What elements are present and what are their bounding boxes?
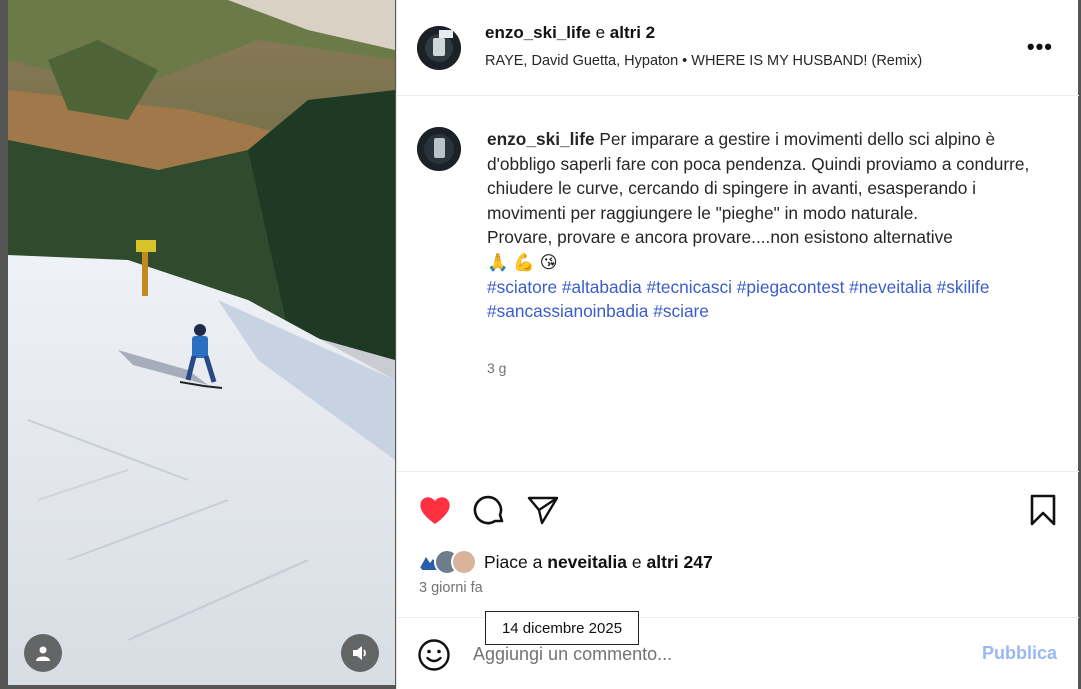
more-options-button[interactable]: ••• xyxy=(1027,34,1053,60)
share-icon xyxy=(527,496,559,525)
ski-slope-video-frame xyxy=(8,0,395,685)
comment-icon xyxy=(473,495,504,525)
post-detail-panel: enzo_ski_life e altri 2 RAYE, David Guet… xyxy=(396,0,1079,689)
like-button[interactable] xyxy=(417,492,453,528)
app-window: enzo_ski_life e altri 2 RAYE, David Guet… xyxy=(0,0,1081,689)
date-tooltip: 14 dicembre 2025 xyxy=(485,611,639,645)
volume-icon xyxy=(353,646,366,660)
publish-button[interactable]: Pubblica xyxy=(982,643,1057,664)
heart-icon xyxy=(420,497,450,524)
bookmark-icon xyxy=(1030,494,1056,526)
comment-button[interactable] xyxy=(471,492,507,528)
coauthors-link[interactable]: altri 2 xyxy=(610,23,655,42)
save-button[interactable] xyxy=(1025,492,1061,528)
audio-toggle-button[interactable] xyxy=(341,634,379,672)
caption-section: enzo_ski_life Per imparare a gestire i m… xyxy=(397,96,1079,471)
emoji-button[interactable] xyxy=(417,638,451,677)
liked-by-user[interactable]: neveitalia xyxy=(547,552,627,572)
avatar xyxy=(451,549,477,575)
avatar[interactable] xyxy=(417,127,461,171)
post-date[interactable]: 3 giorni fa xyxy=(419,580,483,596)
avatar[interactable] xyxy=(417,26,461,70)
liked-by[interactable]: Piace a neveitalia e altri 247 xyxy=(417,547,713,577)
caption-username[interactable]: enzo_ski_life xyxy=(487,129,595,149)
user-tag-icon xyxy=(36,646,50,661)
caption-emojis: 🙏 💪 😘 xyxy=(487,251,558,272)
post-video[interactable] xyxy=(8,0,395,685)
smiley-icon xyxy=(418,639,450,671)
hashtags[interactable]: #sciatore #altabadia #tecnicasci #piegac… xyxy=(487,277,989,322)
action-bar: Piace a neveitalia e altri 247 3 giorni … xyxy=(397,471,1079,645)
author-username[interactable]: enzo_ski_life xyxy=(485,23,591,42)
share-button[interactable] xyxy=(525,492,561,528)
post-authors[interactable]: enzo_ski_life e altri 2 xyxy=(485,23,655,43)
tag-people-button[interactable] xyxy=(24,634,62,672)
post-header: enzo_ski_life e altri 2 RAYE, David Guet… xyxy=(397,0,1079,96)
caption-timestamp[interactable]: 3 g xyxy=(487,360,506,376)
likes-count[interactable]: altri 247 xyxy=(647,552,713,572)
caption-text: enzo_ski_life Per imparare a gestire i m… xyxy=(487,129,1030,322)
music-attribution[interactable]: RAYE, David Guetta, Hypaton • WHERE IS M… xyxy=(485,53,922,69)
